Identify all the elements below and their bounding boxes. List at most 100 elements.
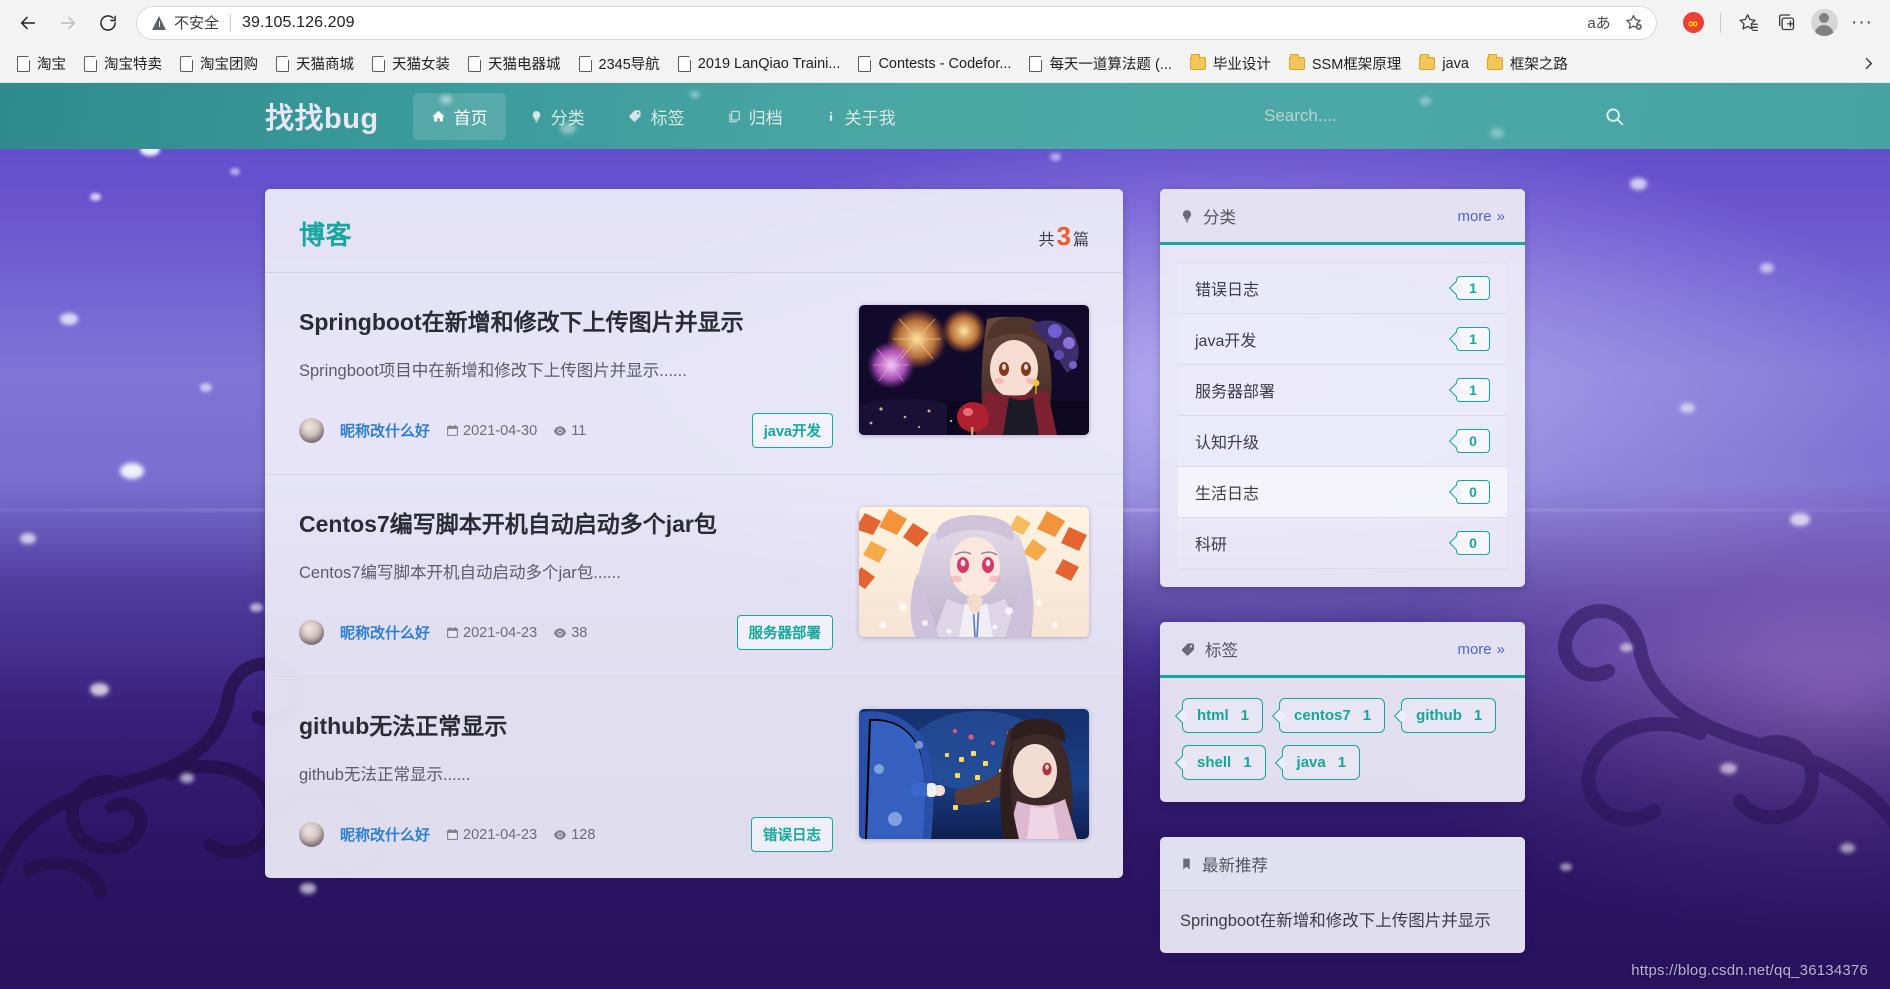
bookmark-item[interactable]: 2345导航 [570, 49, 669, 78]
bookmarks-overflow-button[interactable] [1854, 50, 1882, 78]
bookmark-item[interactable]: 每天一道算法题 (... [1020, 49, 1180, 78]
post-title[interactable]: Springboot在新增和修改下上传图片并显示 [299, 307, 833, 338]
read-aloud-icon[interactable]: aあ [1583, 8, 1615, 38]
post-thumbnail[interactable] [859, 507, 1089, 638]
post-title[interactable]: Centos7编写脚本开机自动启动多个jar包 [299, 509, 833, 540]
category-item[interactable]: 认知升级 0 [1178, 416, 1507, 467]
page-icon [372, 55, 386, 72]
nav-item-label: 归档 [748, 108, 783, 128]
tag-chip[interactable]: shell 1 [1182, 745, 1266, 780]
info-icon [825, 109, 837, 124]
page-icon [17, 55, 31, 72]
bookmark-item[interactable]: 天猫电器城 [459, 49, 570, 78]
categories-more-link[interactable]: more » [1457, 208, 1505, 225]
category-name: 服务器部署 [1195, 384, 1276, 401]
bookmark-label: 框架之路 [1509, 57, 1568, 73]
main-column: 博客 共3 篇 Springboot在新增和修改下上传图片并显示 Springbo… [265, 189, 1123, 879]
bookmark-item[interactable]: java [1410, 52, 1478, 76]
collections-icon[interactable] [1768, 5, 1804, 41]
post-item[interactable]: github无法正常显示 github无法正常显示...... 昵称改什么好 2… [265, 677, 1123, 878]
tag-chip[interactable]: html 1 [1182, 698, 1264, 733]
post-count-prefix: 共 [1038, 232, 1055, 249]
favorites-icon[interactable] [1730, 5, 1766, 41]
bookmark-item[interactable]: 淘宝团购 [171, 49, 267, 78]
category-item[interactable]: java开发 1 [1178, 314, 1507, 365]
nav-item-3[interactable]: 标签 [609, 93, 703, 140]
category-name: 科研 [1195, 537, 1228, 554]
post-meta: 昵称改什么好 2021-04-23 128 错误日志 [299, 817, 833, 853]
site-brand-logo[interactable]: 找找bug [265, 95, 379, 137]
settings-more-icon[interactable]: ··· [1844, 5, 1880, 41]
bookmark-label: 淘宝特卖 [104, 57, 162, 73]
tags-more-label: more [1457, 640, 1492, 658]
bookmark-label: 天猫商城 [296, 57, 354, 73]
tag-chip[interactable]: java 1 [1281, 745, 1361, 780]
post-tag[interactable]: java开发 [751, 413, 833, 449]
post-tag[interactable]: 服务器部署 [736, 615, 833, 651]
extension-icon[interactable]: ∞ [1675, 5, 1711, 41]
recommend-item[interactable]: Springboot在新增和修改下上传图片并显示 [1160, 891, 1525, 953]
recommend-list: Springboot在新增和修改下上传图片并显示 [1160, 891, 1525, 953]
nav-item-1[interactable]: 首页 [412, 92, 506, 140]
bookmark-item[interactable]: SSM框架原理 [1280, 49, 1410, 78]
search-input[interactable] [1264, 106, 1454, 126]
post-date: 2021-04-23 [446, 625, 537, 641]
bookmark-item[interactable]: 框架之路 [1478, 49, 1577, 78]
post-author[interactable]: 昵称改什么好 [340, 824, 430, 845]
post-item[interactable]: Centos7编写脚本开机自动启动多个jar包 Centos7编写脚本开机自动启… [265, 475, 1123, 678]
tags-list: html 1 centos7 1 github 1 shell 1 java 1 [1160, 678, 1525, 802]
tag-name: shell [1197, 754, 1232, 771]
post-date-text: 2021-04-30 [463, 422, 538, 439]
tag-chip[interactable]: github 1 [1401, 698, 1497, 733]
bookmark-item[interactable]: 天猫女装 [363, 49, 459, 78]
bookmark-item[interactable]: 毕业设计 [1181, 49, 1280, 78]
post-item[interactable]: Springboot在新增和修改下上传图片并显示 Springboot项目中在新… [265, 273, 1123, 476]
address-bar[interactable]: 不安全 39.105.126.209 aあ [136, 5, 1657, 40]
back-button[interactable] [10, 5, 46, 41]
nav-item-4[interactable]: 归档 [709, 93, 801, 140]
post-body: Centos7编写脚本开机自动启动多个jar包 Centos7编写脚本开机自动启… [299, 507, 833, 651]
post-title[interactable]: github无法正常显示 [299, 711, 833, 742]
post-thumbnail[interactable] [859, 709, 1089, 840]
bookmark-item[interactable]: 淘宝 [8, 49, 75, 78]
tag-count: 1 [1473, 707, 1483, 724]
bookmark-item[interactable]: 淘宝特卖 [75, 49, 171, 78]
post-author[interactable]: 昵称改什么好 [340, 622, 430, 643]
search-icon[interactable] [1604, 106, 1625, 127]
nav-item-5[interactable]: 关于我 [807, 93, 914, 140]
reload-button[interactable] [90, 5, 126, 41]
recommend-widget: 最新推荐 Springboot在新增和修改下上传图片并显示 [1160, 837, 1525, 953]
nav-item-2[interactable]: 分类 [512, 93, 603, 140]
browser-window: 不安全 39.105.126.209 aあ ∞ ··· 淘宝 淘宝特卖 淘宝团购… [0, 0, 1890, 989]
category-item[interactable]: 生活日志 0 [1178, 467, 1507, 518]
security-label: 不安全 [174, 15, 220, 32]
security-indicator[interactable]: 不安全 [152, 12, 219, 33]
nav-item-label: 关于我 [844, 108, 896, 128]
add-favorite-icon[interactable] [1617, 8, 1649, 38]
category-item[interactable]: 服务器部署 1 [1178, 365, 1507, 416]
category-item[interactable]: 错误日志 1 [1178, 262, 1507, 314]
blog-card: 博客 共3 篇 Springboot在新增和修改下上传图片并显示 Springbo… [265, 189, 1123, 879]
url-text[interactable]: 39.105.126.209 [242, 14, 355, 32]
bookmark-item[interactable]: 天猫商城 [267, 49, 363, 78]
page-title: 博客 [299, 220, 353, 250]
tag-count: 1 [1362, 707, 1372, 724]
tag-chip[interactable]: centos7 1 [1279, 698, 1386, 733]
bookmark-item[interactable]: 2019 LanQiao Traini... [669, 52, 850, 76]
category-count-badge: 1 [1456, 276, 1490, 300]
omnibox-divider [230, 13, 232, 32]
nav-item-label: 标签 [650, 108, 685, 128]
categories-title-text: 分类 [1203, 209, 1236, 227]
categories-more-label: more [1457, 207, 1492, 225]
tags-widget-title: 标签 [1180, 637, 1238, 661]
bookmark-item[interactable]: Contests - Codefor... [849, 52, 1020, 76]
post-count-value: 3 [1056, 221, 1071, 251]
forward-button[interactable] [50, 5, 86, 41]
post-thumbnail[interactable] [859, 305, 1089, 435]
chevron-double-right-icon: » [1496, 640, 1505, 658]
post-author[interactable]: 昵称改什么好 [340, 420, 430, 441]
post-tag[interactable]: 错误日志 [751, 817, 833, 853]
category-item[interactable]: 科研 0 [1178, 518, 1507, 569]
profile-avatar[interactable] [1806, 5, 1842, 41]
tags-more-link[interactable]: more » [1457, 641, 1505, 658]
